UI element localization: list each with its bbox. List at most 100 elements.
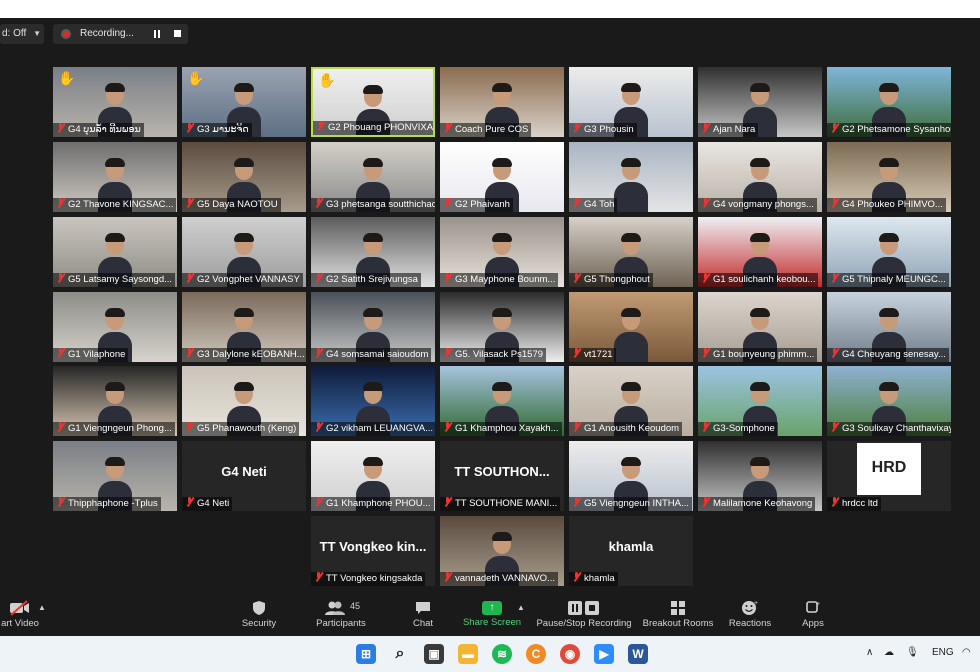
participant-tile[interactable]: G1 soulichanh keobou...	[698, 217, 822, 287]
participant-tile[interactable]: G4 Phoukeo PHIMVO...	[827, 142, 951, 212]
muted-mic-icon	[314, 422, 323, 432]
participant-tile[interactable]: khamla khamla	[569, 516, 693, 586]
participant-tile[interactable]: G4 Cheuyang senesay...	[827, 292, 951, 362]
participant-name: G1 Anousith Keoudom	[584, 423, 680, 434]
chrome-icon[interactable]: ◉	[560, 644, 580, 664]
participant-tile[interactable]: G1 Viengngeun Phong...	[53, 366, 177, 436]
muted-mic-icon	[314, 198, 323, 208]
muted-mic-icon	[314, 572, 323, 582]
participant-nameplate: vt1721	[569, 348, 616, 362]
participant-tile[interactable]: G2 vikham LEUANGVA...	[311, 366, 435, 436]
chevron-up-icon[interactable]: ∧	[866, 647, 873, 658]
video-options-caret[interactable]: ▲	[36, 596, 48, 636]
participant-name: G5 Thongphout	[584, 274, 650, 285]
participant-tile[interactable]: G5 Thipnaly MEUNGC...	[827, 217, 951, 287]
participant-tile[interactable]: G5 Latsamy Saysongd...	[53, 217, 177, 287]
participant-tile[interactable]: G3 Dalylone kEOBANH...	[182, 292, 306, 362]
participant-tile[interactable]: G3 Soulixay Chanthavixay	[827, 366, 951, 436]
spotify-icon[interactable]: ≋	[492, 644, 512, 664]
muted-mic-icon	[572, 497, 581, 507]
participant-tile[interactable]: Coach Pure COS	[440, 67, 564, 137]
participant-tile[interactable]: G1 Khamphone PHOU...	[311, 441, 435, 511]
participant-tile[interactable]: TT Vongkeo kin... TT Vongkeo kingsakda	[311, 516, 435, 586]
participant-tile[interactable]: G3 Phousin	[569, 67, 693, 137]
chat-button[interactable]: Chat	[404, 596, 442, 636]
word-icon[interactable]: W	[628, 644, 648, 664]
participant-nameplate: G2 vikham LEUANGVA...	[311, 422, 435, 436]
file-explorer-icon[interactable]: ▬	[458, 644, 478, 664]
participant-tile[interactable]: G4 Toh	[569, 142, 693, 212]
microphone-icon[interactable]: 🎙	[906, 647, 919, 658]
participant-display-name: G4 Neti	[221, 464, 267, 479]
apps-label: Apps	[802, 618, 824, 629]
pause-recording-icon[interactable]	[153, 30, 161, 38]
muted-mic-icon	[830, 348, 839, 358]
participant-tile[interactable]: G3-Somphone	[698, 366, 822, 436]
participant-tile[interactable]: G1 bounyeung phimm...	[698, 292, 822, 362]
participant-tile[interactable]: G5 Daya NAOTOU	[182, 142, 306, 212]
participant-tile[interactable]: ✋ G3 ມານະຈິດ	[182, 67, 306, 137]
recording-indicator: Recording...	[53, 24, 188, 44]
participant-tile[interactable]: G4 Neti G4 Neti	[182, 441, 306, 511]
participant-name: G5 Latsamy Saysongd...	[68, 274, 173, 285]
participant-tile[interactable]: G2 Phetsamone Sysanhou...	[827, 67, 951, 137]
task-view-icon[interactable]: ▣	[424, 644, 444, 664]
participant-name: Thipphaphone -Tplus	[68, 498, 158, 509]
coccoc-browser-icon[interactable]: C	[526, 644, 546, 664]
participant-tile[interactable]: TT SOUTHON... TT SOUTHONE MANI...	[440, 441, 564, 511]
chat-icon	[404, 600, 442, 616]
share-options-caret[interactable]: ▲	[515, 596, 527, 636]
participant-tile[interactable]: ✋ G4 ບຸນລ້ຳ ທີນພອນ	[53, 67, 177, 137]
participant-tile[interactable]: G2 Phaivanh	[440, 142, 564, 212]
apps-icon: +	[796, 600, 830, 616]
participant-tile[interactable]: G4 vongmany phongs...	[698, 142, 822, 212]
participant-nameplate: G5 Thongphout	[569, 273, 653, 287]
start-video-button[interactable]: art Video	[0, 596, 40, 636]
apps-button[interactable]: + Apps	[796, 596, 830, 636]
participant-tile[interactable]: ✋ G2 Phouang PHONVIXAY	[311, 67, 435, 137]
zoom-icon[interactable]: ▶	[594, 644, 614, 664]
participant-tile[interactable]: G1 Vilaphone	[53, 292, 177, 362]
windows-start-icon[interactable]: ⊞	[356, 644, 376, 664]
participant-tile[interactable]: G1 Khamphou Xayakh...	[440, 366, 564, 436]
closed-caption-dropdown[interactable]: d: Off ▼	[0, 24, 44, 44]
participant-name: G1 Viengngeun Phong...	[68, 423, 172, 434]
wifi-icon[interactable]: ◠	[962, 647, 971, 658]
participant-tile[interactable]: G5 Viengngeun INTHA...	[569, 441, 693, 511]
security-button[interactable]: Security	[232, 596, 286, 636]
participant-tile[interactable]: HRD hrdcc ltd	[827, 441, 951, 511]
participant-tile[interactable]: G4 somsamai saioudom	[311, 292, 435, 362]
participant-person	[614, 308, 648, 362]
participant-tile[interactable]: G5. Vilasack Ps1579	[440, 292, 564, 362]
start-video-label: art Video	[1, 618, 39, 629]
participant-nameplate: G5 Phanawouth (Keng)	[182, 422, 300, 436]
participant-tile[interactable]: Thipphaphone -Tplus	[53, 441, 177, 511]
stop-recording-icon[interactable]	[174, 30, 181, 37]
participant-tile[interactable]: G2 Satith Srejivungsa	[311, 217, 435, 287]
participant-tile[interactable]: G5 Phanawouth (Keng)	[182, 366, 306, 436]
participant-tile[interactable]: vt1721	[569, 292, 693, 362]
participant-name: G4 Phoukeo PHIMVO...	[842, 199, 943, 210]
participant-tile[interactable]: G3 phetsanga soutthichack	[311, 142, 435, 212]
participant-tile[interactable]: Ajan Nara	[698, 67, 822, 137]
participant-tile[interactable]: vannadeth VANNAVO...	[440, 516, 564, 586]
participant-tile[interactable]: Malilamone Keohavong	[698, 441, 822, 511]
reactions-button[interactable]: + Reactions	[726, 596, 774, 636]
participant-tile[interactable]: G1 Anousith Keoudom	[569, 366, 693, 436]
participant-name: G4 Toh	[584, 199, 615, 210]
cloud-icon[interactable]: ☁	[884, 647, 894, 658]
breakout-rooms-button[interactable]: Breakout Rooms	[640, 596, 716, 636]
muted-mic-icon	[701, 198, 710, 208]
participant-tile[interactable]: G5 Thongphout	[569, 217, 693, 287]
participant-tile[interactable]: G2 Vongphet VANNASY	[182, 217, 306, 287]
participant-name: Coach Pure COS	[455, 124, 529, 135]
language-indicator[interactable]: ENG	[932, 647, 954, 658]
participants-button[interactable]: 45 Participants	[312, 596, 370, 636]
pause-stop-recording-button[interactable]: Pause/Stop Recording	[536, 596, 632, 636]
participant-name: G3 Dalylone kEOBANH...	[197, 349, 305, 360]
search-icon[interactable]: ⌕	[390, 644, 410, 664]
participant-nameplate: G2 Phouang PHONVIXAY	[313, 121, 433, 135]
participant-nameplate: G1 Viengngeun Phong...	[53, 422, 175, 436]
participant-tile[interactable]: G3 Mayphone Bounm...	[440, 217, 564, 287]
participant-tile[interactable]: G2 Thavone KINGSAC...	[53, 142, 177, 212]
